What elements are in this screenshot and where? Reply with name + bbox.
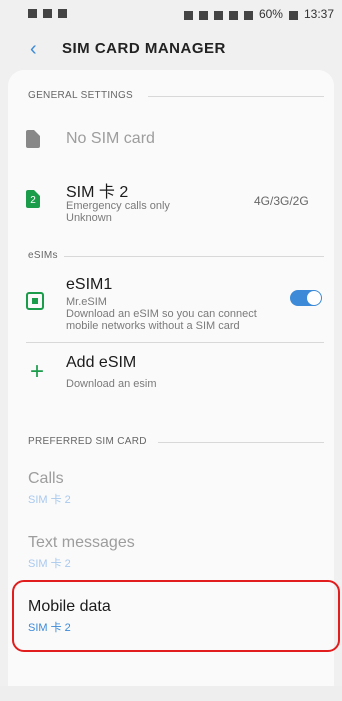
add-esim-title: Add eSIM [66, 354, 137, 371]
location-icon [183, 10, 193, 20]
section-divider [64, 256, 324, 257]
text-messages-title: Text messages [28, 534, 135, 551]
calls-item[interactable]: Calls SIM 卡 2 [8, 470, 334, 514]
esims-label: eSIMs [28, 250, 58, 261]
preferred-sim-label: PREFERRED SIM CARD [28, 436, 147, 447]
status-bar: 60% 13:37 [0, 0, 342, 28]
wifi-icon [228, 10, 238, 20]
section-divider [158, 442, 324, 443]
sim2-icon: 2 [26, 190, 40, 208]
sim2-network: 4G/3G/2G [254, 194, 309, 208]
page-title: SIM CARD MANAGER [62, 40, 226, 57]
toggle-knob [307, 291, 321, 305]
signal-icon [243, 10, 253, 20]
highlight-box [12, 580, 340, 652]
add-esim-item[interactable]: + Add eSIM Download an esim [8, 354, 334, 394]
esim1-subtitle: Mr.eSIM [66, 296, 107, 308]
sim2-line1: Emergency calls only [66, 200, 170, 212]
sim-card-icon [26, 130, 40, 148]
mute-icon [213, 10, 223, 20]
chevron-left-icon[interactable]: ‹ [30, 38, 37, 61]
text-messages-item[interactable]: Text messages SIM 卡 2 [8, 534, 334, 578]
sim2-badge: 2 [30, 195, 36, 206]
sim2-title: SIM 卡 2 [66, 184, 129, 201]
item-divider [26, 342, 324, 343]
esim1-desc2: mobile networks without a SIM card [66, 320, 240, 332]
general-settings-label: GENERAL SETTINGS [28, 90, 134, 101]
esim1-item[interactable]: eSIM1 Mr.eSIM Download an eSIM so you ca… [8, 276, 334, 340]
no-sim-title: No SIM card [66, 130, 155, 147]
plus-icon: + [30, 358, 45, 385]
add-esim-subtitle: Download an esim [66, 378, 157, 390]
message-icon [28, 9, 37, 18]
status-right-icons: 60% 13:37 [183, 7, 334, 21]
no-sim-item[interactable]: No SIM card [8, 120, 334, 160]
bluetooth-icon [198, 10, 208, 20]
bottom-strip [0, 686, 342, 701]
battery-percent: 60% [258, 7, 283, 21]
sim2-line2: Unknown [66, 212, 112, 224]
sim2-item[interactable]: 2 SIM 卡 2 Emergency calls only Unknown 4… [8, 176, 334, 226]
calls-title: Calls [28, 470, 64, 487]
app-header: ‹ SIM CARD MANAGER [0, 32, 342, 72]
text-messages-value: SIM 卡 2 [28, 558, 71, 570]
status-left-icons [28, 7, 67, 18]
esim1-desc1: Download an eSIM so you can connect [66, 308, 257, 320]
esim1-toggle[interactable] [290, 290, 322, 306]
calls-value: SIM 卡 2 [28, 494, 71, 506]
section-divider [148, 96, 324, 97]
battery-icon [288, 10, 298, 20]
esim1-title: eSIM1 [66, 276, 113, 293]
status-time: 13:37 [303, 7, 334, 21]
esim-chip-icon [26, 292, 44, 310]
gallery-icon [43, 9, 52, 18]
warning-icon [58, 9, 67, 18]
